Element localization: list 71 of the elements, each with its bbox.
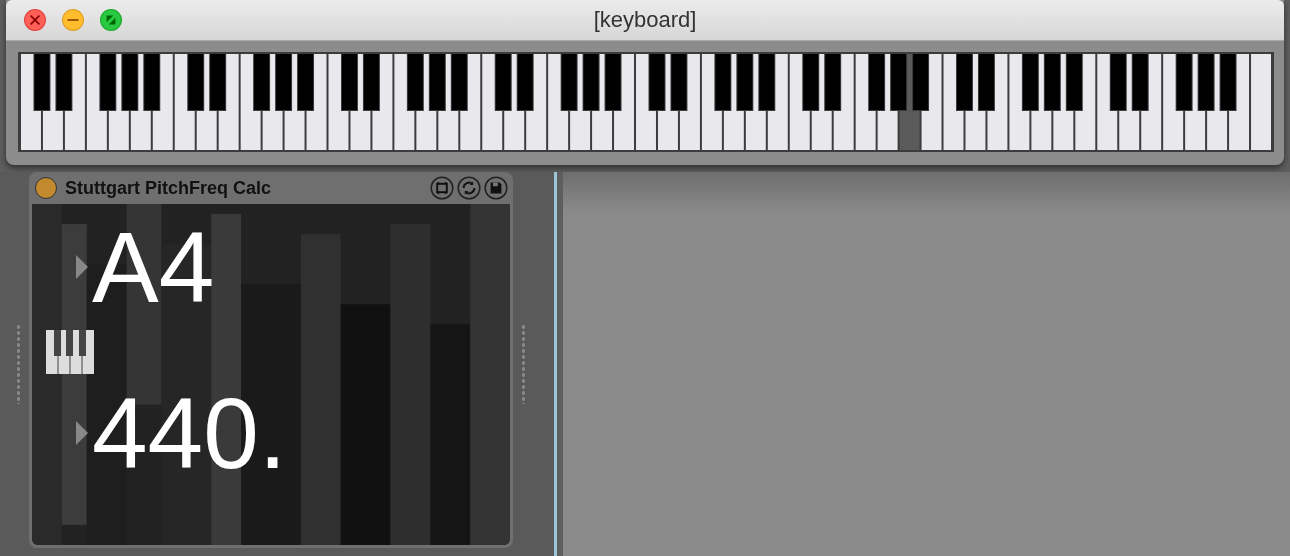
piano-key[interactable]	[460, 54, 481, 150]
device-activator[interactable]	[35, 177, 57, 199]
piano-key[interactable]	[1207, 54, 1228, 150]
piano-key[interactable]	[152, 54, 173, 150]
piano-key[interactable]	[108, 54, 129, 150]
piano-key[interactable]	[921, 54, 942, 150]
piano-key[interactable]	[1185, 54, 1206, 150]
zoom-icon[interactable]	[100, 9, 122, 31]
piano-key[interactable]	[811, 54, 832, 150]
piano-key[interactable]	[394, 54, 415, 150]
piano-key[interactable]	[240, 54, 261, 150]
piano-key[interactable]	[1053, 54, 1074, 150]
piano-key[interactable]	[592, 54, 613, 150]
piano-key[interactable]	[1119, 54, 1140, 150]
piano-key[interactable]	[64, 54, 85, 150]
piano-key[interactable]	[1141, 54, 1162, 150]
piano-key[interactable]	[614, 54, 634, 150]
piano-icon	[46, 330, 94, 374]
piano-key[interactable]	[1009, 54, 1030, 150]
piano-key[interactable]	[548, 54, 569, 150]
piano-key[interactable]	[262, 54, 283, 150]
piano-key[interactable]	[679, 54, 700, 150]
piano-key[interactable]	[218, 54, 239, 150]
drag-handle[interactable]	[521, 324, 526, 404]
piano-key[interactable]	[372, 54, 393, 150]
piano-key[interactable]	[130, 54, 151, 150]
save-icon[interactable]	[484, 176, 508, 200]
piano-key[interactable]	[504, 54, 525, 150]
film-icon[interactable]	[430, 176, 454, 200]
piano-key[interactable]	[943, 54, 964, 150]
device-title: Stuttgart PitchFreq Calc	[65, 177, 273, 199]
piano-key[interactable]	[701, 54, 722, 150]
piano-key[interactable]	[1031, 54, 1052, 150]
piano-key[interactable]	[833, 54, 854, 150]
piano-key[interactable]	[86, 54, 107, 150]
piano-key[interactable]	[745, 54, 766, 150]
play-icon	[76, 421, 88, 445]
piano-key[interactable]	[855, 54, 876, 150]
piano-key[interactable]	[328, 54, 349, 150]
piano-key[interactable]	[416, 54, 437, 150]
drag-handle[interactable]	[16, 324, 21, 404]
piano-key[interactable]	[636, 54, 656, 150]
piano-key[interactable]	[438, 54, 459, 150]
piano-key[interactable]	[877, 54, 898, 150]
piano-key[interactable]	[767, 54, 788, 150]
minimize-icon[interactable]	[62, 9, 84, 31]
refresh-icon[interactable]	[457, 176, 481, 200]
piano-key[interactable]	[570, 54, 591, 150]
piano-key[interactable]	[987, 54, 1008, 150]
piano-key[interactable]	[196, 54, 217, 150]
piano-key[interactable]	[284, 54, 305, 150]
piano-key[interactable]	[21, 54, 41, 150]
frequency-value: 440.	[92, 380, 287, 486]
piano-key[interactable]	[174, 54, 195, 150]
play-icon	[76, 255, 88, 279]
piano-key[interactable]	[1229, 54, 1250, 150]
piano-key[interactable]	[1075, 54, 1096, 150]
piano-key[interactable]	[482, 54, 503, 150]
note-name: A4	[92, 214, 215, 320]
piano-key[interactable]	[723, 54, 744, 150]
piano-key[interactable]	[658, 54, 678, 150]
piano-key[interactable]	[1163, 54, 1184, 150]
piano-key[interactable]	[306, 54, 327, 150]
piano-key[interactable]	[1097, 54, 1118, 150]
piano-key[interactable]	[42, 54, 63, 150]
close-icon[interactable]	[24, 9, 46, 31]
piano-key[interactable]	[789, 54, 810, 150]
piano-key[interactable]	[350, 54, 371, 150]
piano-key[interactable]	[965, 54, 986, 150]
piano-key[interactable]	[526, 54, 547, 150]
window-title: [keyboard]	[593, 7, 697, 33]
